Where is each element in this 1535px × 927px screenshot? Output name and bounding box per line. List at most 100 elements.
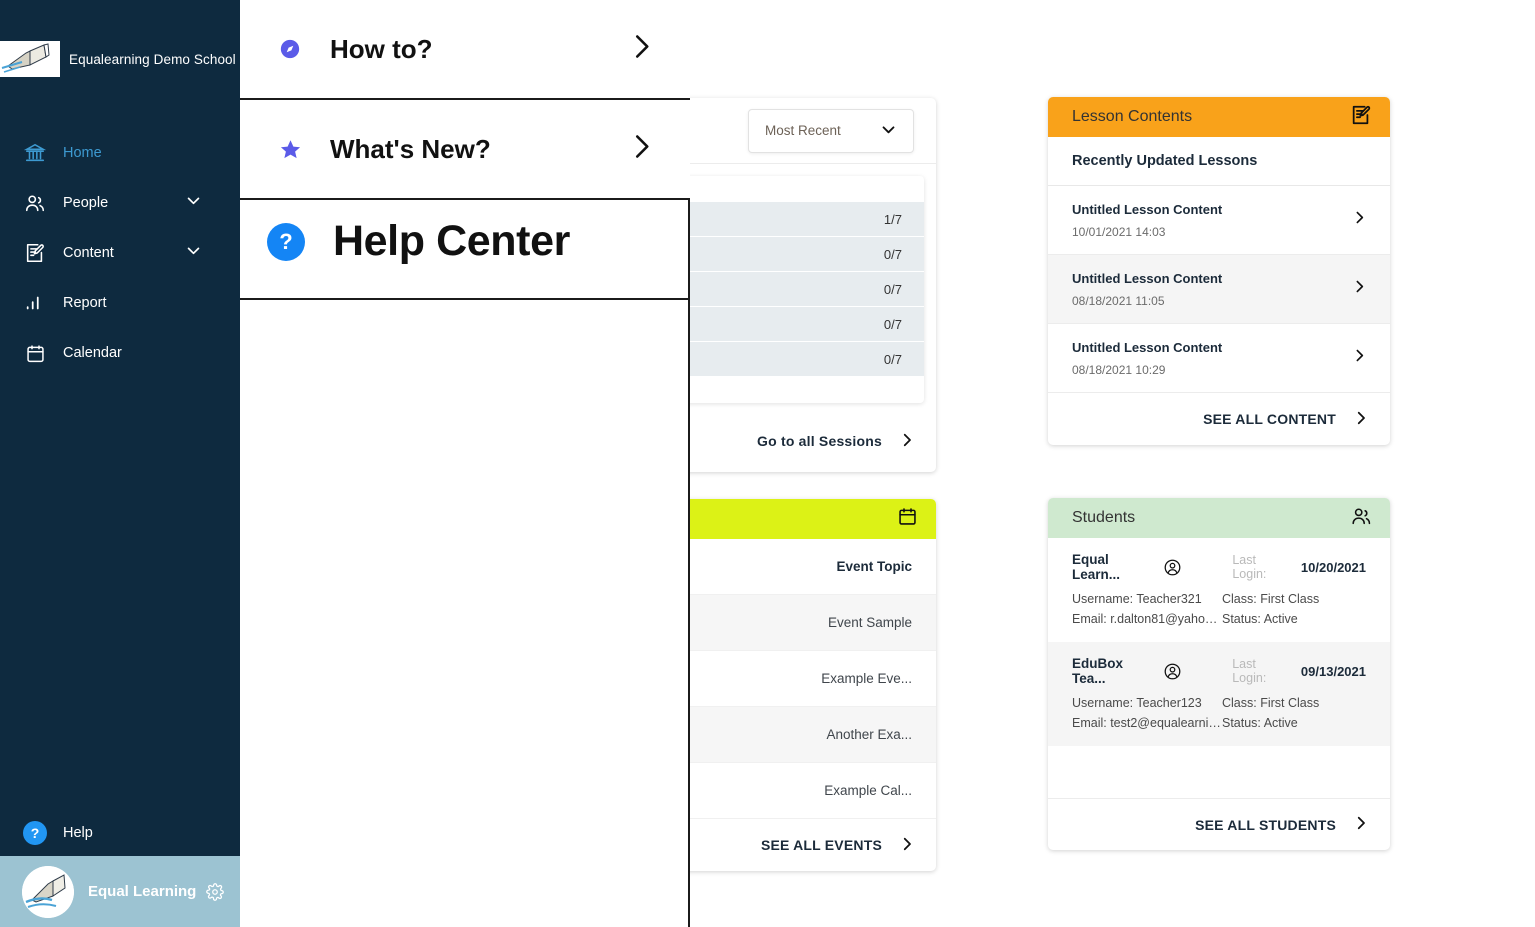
student-username: Username: Teacher123: [1072, 696, 1202, 710]
sessions-sort-select[interactable]: Most Recent: [748, 108, 914, 153]
brand-name: Equalearning Demo School: [69, 51, 236, 67]
calendar-icon: [23, 341, 47, 365]
sidebar-help-label: Help: [63, 825, 93, 841]
sessions-footer-label: Go to all Sessions: [757, 433, 882, 449]
student-top-line: EduBox Tea... Last Login: 09/13/2021: [1072, 656, 1366, 686]
lesson-date: 10/01/2021 14:03: [1072, 225, 1166, 239]
sidebar: Equalearning Demo School Home People Con…: [0, 0, 240, 927]
event-topic: Example Eve...: [821, 671, 912, 686]
help-item-whats-new[interactable]: What's New?: [240, 100, 690, 200]
chevron-down-icon: [880, 121, 897, 141]
lesson-title: Untitled Lesson Content: [1072, 340, 1223, 355]
content-edit-icon: [23, 241, 47, 265]
sidebar-help-button[interactable]: ? Help: [0, 810, 240, 856]
help-center-panel: ? Help Center How to? What's New?: [240, 0, 690, 927]
student-email: Email: test2@equalearnin...: [1072, 716, 1222, 730]
students-title: Students: [1072, 509, 1136, 526]
sidebar-nav: Home People Content Report Calendar: [0, 128, 240, 378]
lesson-title: Untitled Lesson Content: [1072, 202, 1223, 217]
event-topic: Another Exa...: [826, 727, 912, 742]
user-circle-icon: [1163, 558, 1182, 577]
people-icon[interactable]: [1350, 505, 1372, 532]
compass-icon: [278, 37, 302, 61]
session-count: 0/7: [883, 281, 902, 297]
student-top-line: Equal Learn... Last Login: 10/20/2021: [1072, 552, 1366, 582]
chevron-right-icon: [1352, 814, 1370, 835]
lesson-row[interactable]: Untitled Lesson Content 10/01/2021 14:03: [1048, 186, 1390, 255]
session-count: 0/7: [883, 246, 902, 262]
sidebar-item-label: Content: [63, 245, 114, 261]
help-item-label: How to?: [330, 33, 433, 64]
sidebar-item-label: Calendar: [63, 345, 122, 361]
sidebar-item-home[interactable]: Home: [0, 128, 240, 178]
lesson-contents-header: Lesson Contents: [1048, 97, 1390, 137]
student-class: Class: First Class: [1222, 592, 1320, 606]
student-name: Equal Learn...: [1072, 552, 1121, 582]
lesson-contents-subtitle: Recently Updated Lessons: [1048, 137, 1390, 186]
lesson-row[interactable]: Untitled Lesson Content 08/18/2021 10:29: [1048, 324, 1390, 393]
user-circle-icon: [1163, 662, 1182, 681]
lesson-contents-footer-link[interactable]: SEE ALL CONTENT: [1048, 393, 1390, 445]
sidebar-item-people[interactable]: People: [0, 178, 240, 228]
student-name: EduBox Tea...: [1072, 656, 1124, 686]
student-details: Username: Teacher123 Class: First Class …: [1072, 696, 1366, 730]
lesson-row[interactable]: Untitled Lesson Content 08/18/2021 11:05: [1048, 255, 1390, 324]
user-bar[interactable]: Equal Learning: [0, 856, 240, 927]
chevron-down-icon[interactable]: [185, 192, 202, 214]
student-details: Username: Teacher321 Class: First Class …: [1072, 592, 1366, 626]
people-icon: [23, 191, 47, 215]
students-footer-link[interactable]: SEE ALL STUDENTS: [1048, 798, 1390, 850]
help-center-title: Help Center: [333, 217, 570, 265]
students-empty-row: [1048, 746, 1390, 798]
sidebar-item-label: Report: [63, 295, 107, 311]
chevron-right-icon: [1351, 209, 1368, 231]
sidebar-item-calendar[interactable]: Calendar: [0, 328, 240, 378]
sidebar-item-label: People: [63, 195, 109, 211]
lesson-contents-footer-label: SEE ALL CONTENT: [1203, 411, 1336, 427]
bank-icon: [23, 141, 47, 165]
lesson-contents-title: Lesson Contents: [1072, 108, 1193, 125]
sessions-sort-value: Most Recent: [765, 123, 841, 138]
lesson-contents-card: Lesson Contents Recently Updated Lessons…: [1048, 97, 1390, 445]
brand[interactable]: Equalearning Demo School: [0, 34, 240, 84]
bar-chart-icon: [23, 291, 47, 315]
content-edit-icon[interactable]: [1350, 104, 1372, 131]
student-last-login-date: 10/20/2021: [1300, 559, 1366, 575]
lesson-date: 08/18/2021 10:29: [1072, 363, 1166, 377]
student-last-login-date: 09/13/2021: [1300, 663, 1366, 679]
school-logo-icon: [0, 41, 60, 77]
chevron-down-icon[interactable]: [185, 242, 202, 264]
student-username: Username: Teacher321: [1072, 592, 1202, 606]
user-name: Equal Learning: [88, 883, 197, 900]
chevron-right-icon: [1351, 347, 1368, 369]
student-status: Status: Active: [1222, 716, 1298, 730]
students-footer-label: SEE ALL STUDENTS: [1195, 816, 1336, 833]
chevron-right-icon: [898, 431, 916, 452]
help-item-label: What's New?: [330, 133, 491, 164]
chevron-right-icon: [898, 835, 916, 856]
help-center-title-row: ? Help Center: [240, 185, 690, 300]
help-item-how-to[interactable]: How to?: [240, 0, 690, 100]
sidebar-item-label: Home: [63, 145, 102, 161]
students-card: Students Equal Learn... Last Login: 10/2…: [1048, 498, 1390, 850]
students-header: Students: [1048, 498, 1390, 538]
session-count: 1/7: [883, 211, 902, 227]
student-status: Status: Active: [1222, 612, 1298, 626]
gear-icon[interactable]: [206, 882, 225, 901]
avatar: [22, 865, 74, 918]
question-mark-icon: ?: [267, 222, 305, 261]
calendar-icon: [897, 506, 918, 532]
sidebar-item-content[interactable]: Content: [0, 228, 240, 278]
student-class: Class: First Class: [1222, 696, 1320, 710]
sidebar-item-report[interactable]: Report: [0, 278, 240, 328]
events-column-label: Event Topic: [836, 559, 912, 574]
session-count: 0/7: [883, 316, 902, 332]
lesson-date: 08/18/2021 11:05: [1072, 294, 1165, 308]
student-row[interactable]: EduBox Tea... Last Login: 09/13/2021 Use…: [1048, 642, 1390, 746]
chevron-right-icon: [626, 32, 656, 67]
chevron-right-icon: [1351, 278, 1368, 300]
event-topic: Event Sample: [827, 615, 912, 630]
student-row[interactable]: Equal Learn... Last Login: 10/20/2021 Us…: [1048, 538, 1390, 642]
events-footer-label: SEE ALL EVENTS: [760, 837, 882, 853]
question-mark-icon: ?: [23, 821, 47, 845]
